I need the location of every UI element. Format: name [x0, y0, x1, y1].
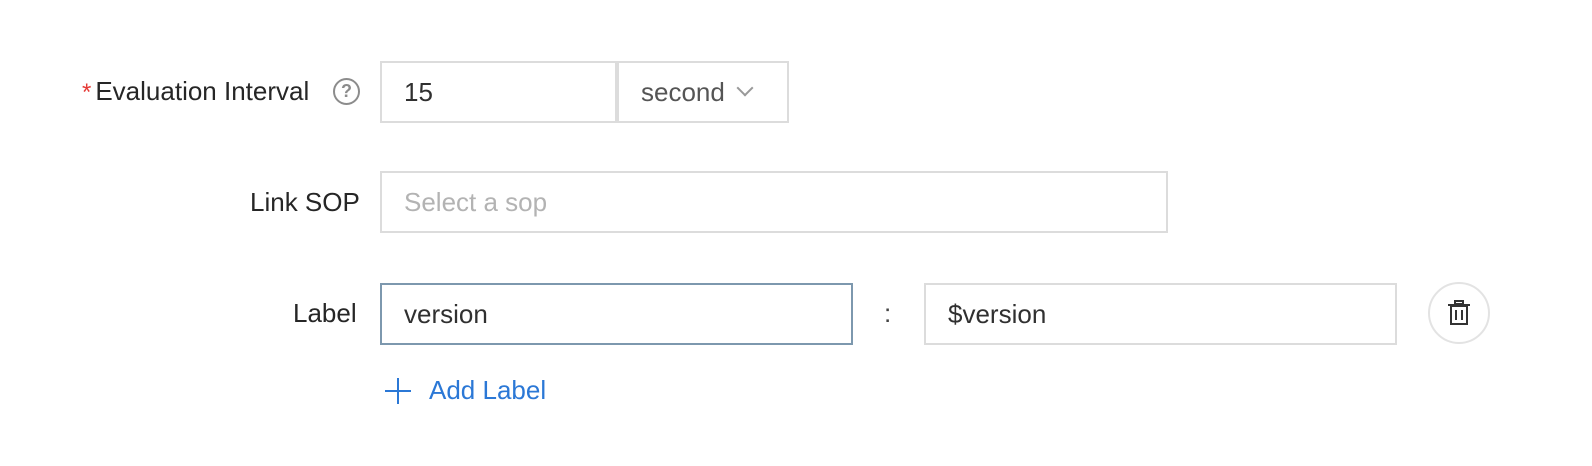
- label-value-text: $version: [948, 298, 1047, 329]
- label-field-label: Label: [293, 298, 357, 328]
- label-key-input[interactable]: version: [380, 283, 853, 345]
- delete-label-button[interactable]: [1428, 282, 1490, 344]
- label-key-value: version: [404, 298, 488, 329]
- interval-unit-select[interactable]: second: [617, 61, 789, 123]
- plus-icon: [385, 377, 411, 404]
- evaluation-interval-text: Evaluation Interval: [95, 76, 310, 106]
- link-sop-label: Link SOP: [250, 187, 360, 217]
- label-value-input[interactable]: $version: [924, 283, 1397, 345]
- add-label-button[interactable]: Add Label: [385, 375, 546, 406]
- help-icon[interactable]: ?: [333, 78, 360, 105]
- evaluation-interval-value: 15: [404, 76, 433, 107]
- link-sop-select[interactable]: Select a sop: [380, 171, 1168, 233]
- evaluation-interval-input[interactable]: 15: [380, 61, 617, 123]
- evaluation-interval-label: * Evaluation Interval: [82, 75, 309, 109]
- interval-unit-value: second: [641, 76, 725, 107]
- link-sop-placeholder: Select a sop: [404, 186, 548, 217]
- required-mark: *: [82, 79, 92, 106]
- label-separator: :: [884, 298, 892, 328]
- chevron-down-icon: [736, 79, 754, 97]
- add-label-text: Add Label: [429, 375, 547, 405]
- trash-icon: [1448, 300, 1470, 325]
